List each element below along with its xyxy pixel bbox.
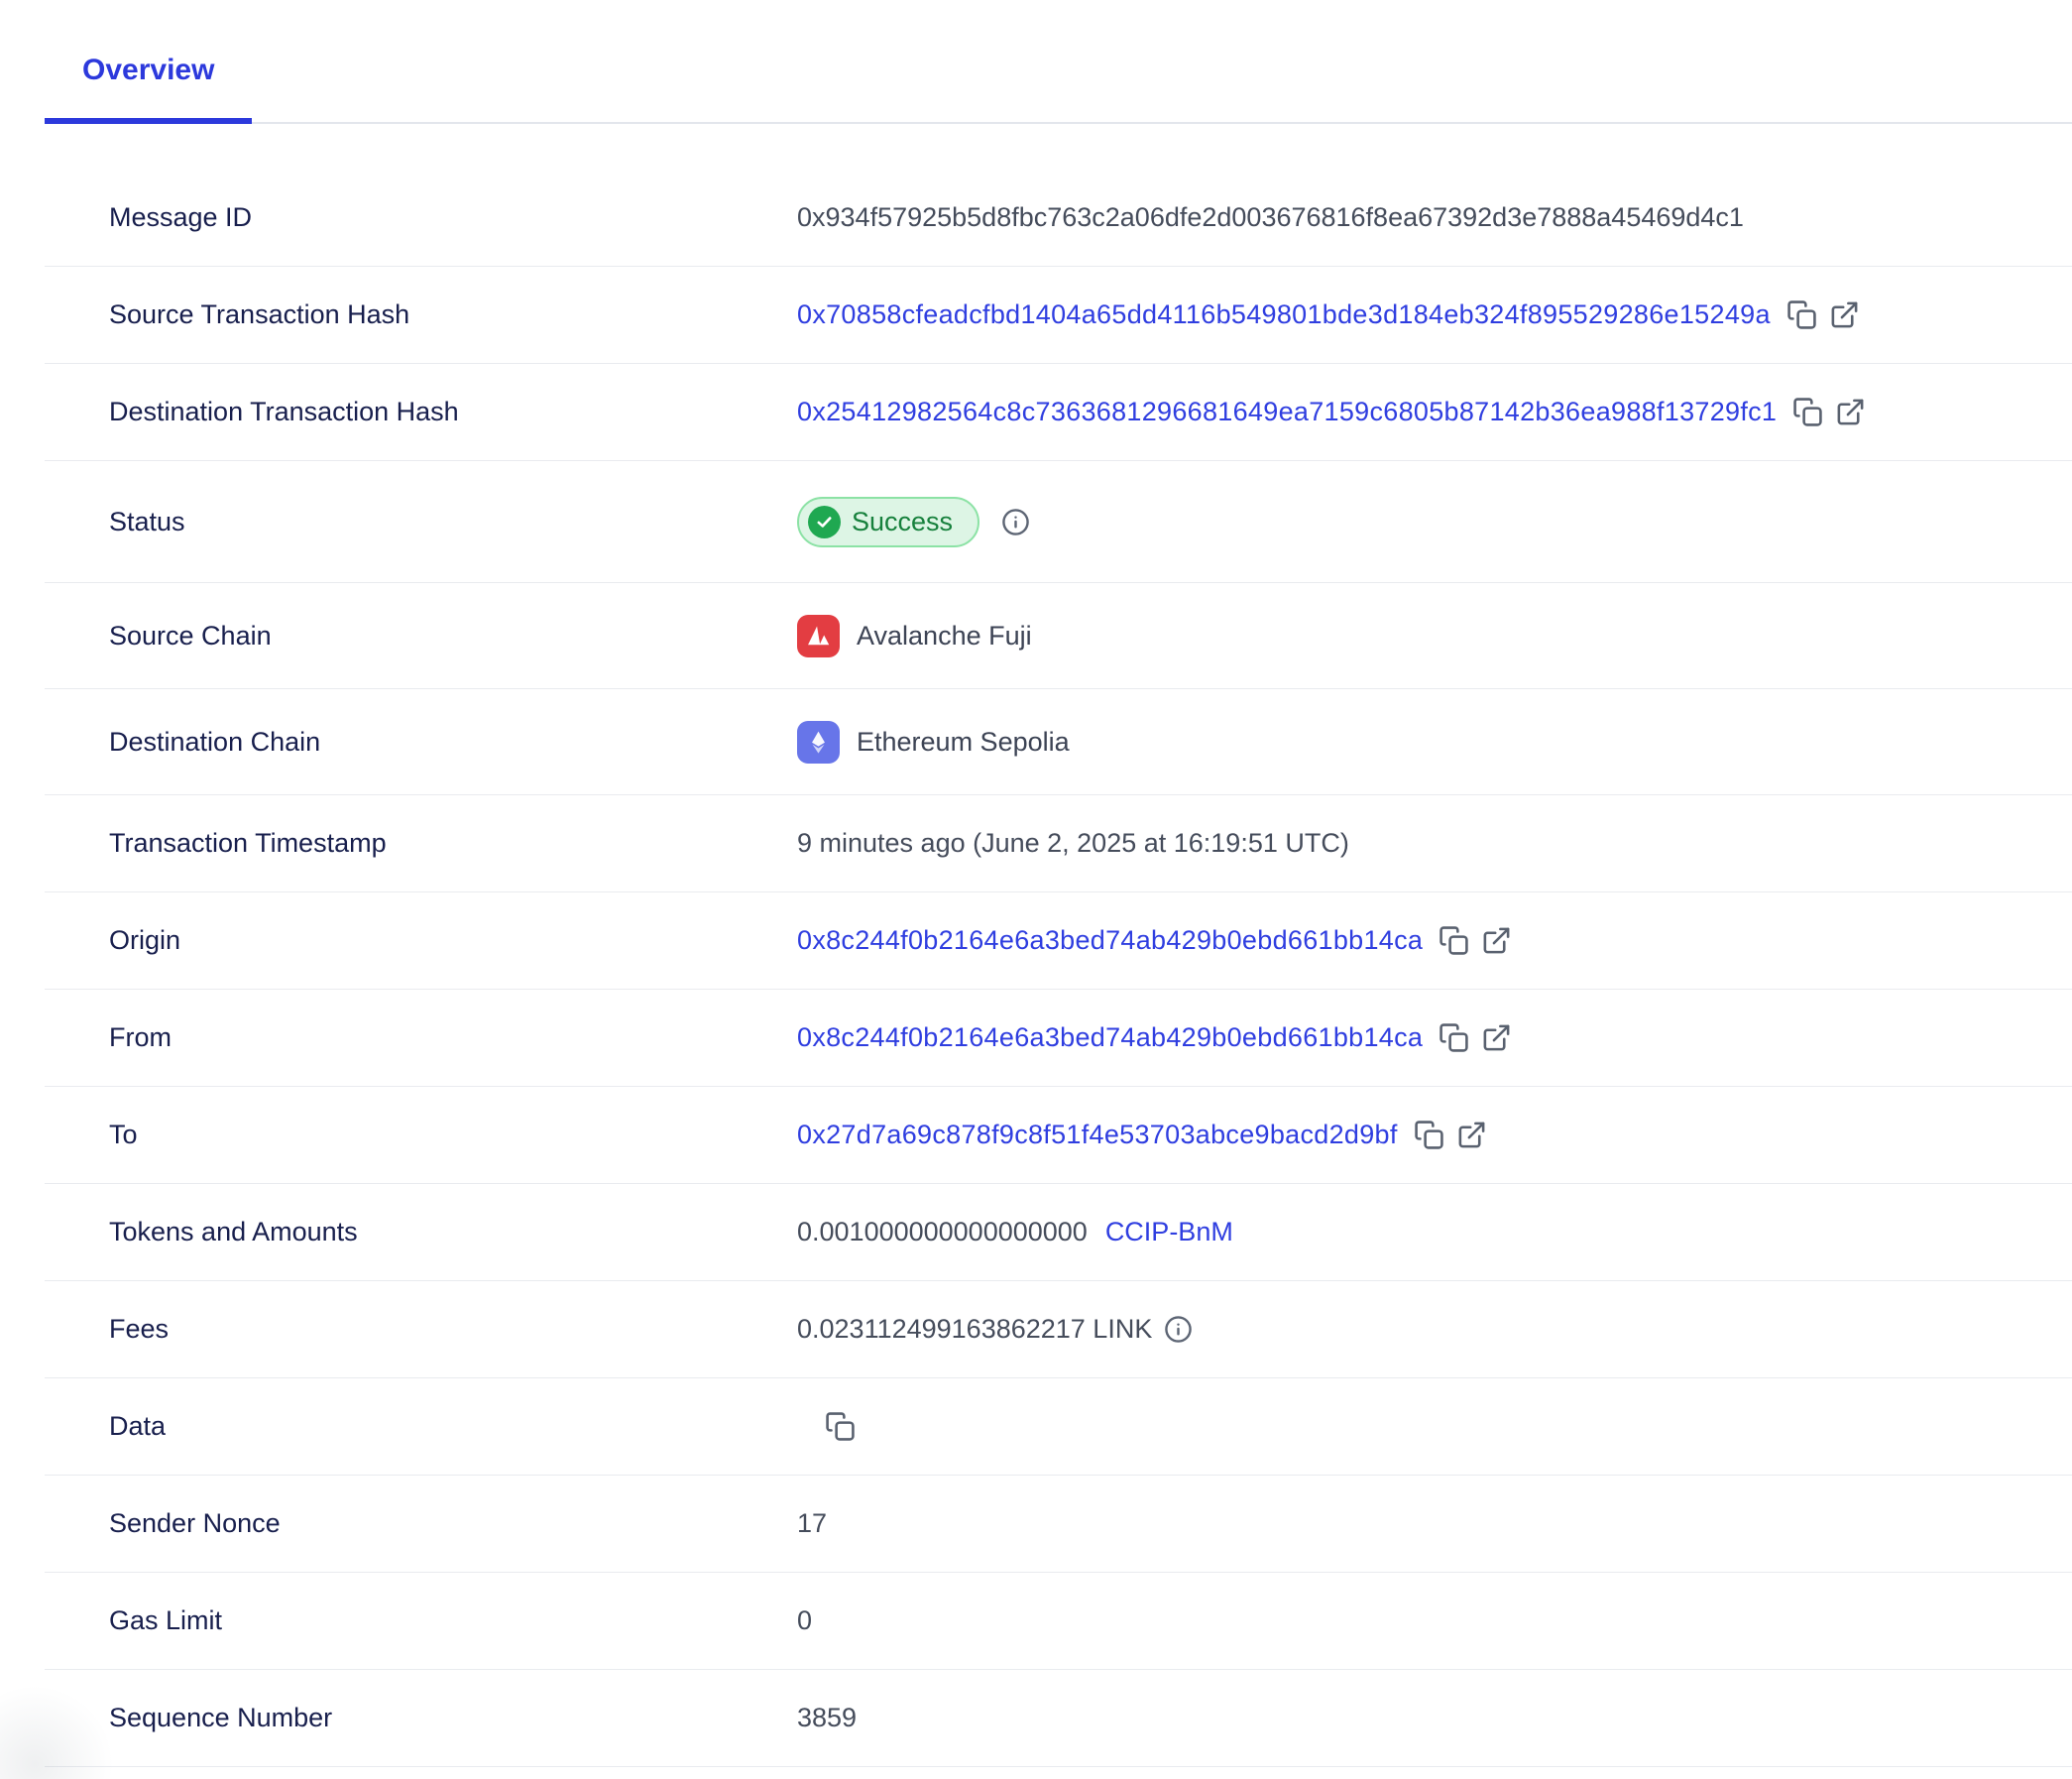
sender-nonce-value-cell: 17 xyxy=(797,1508,2072,1539)
row-gas-limit: Gas Limit 0 xyxy=(45,1573,2072,1670)
row-data: Data xyxy=(45,1378,2072,1476)
sequence-number-value-cell: 3859 xyxy=(797,1703,2072,1733)
message-id-value: 0x934f57925b5d8fbc763c2a06dfe2d003676816… xyxy=(797,202,1744,233)
origin-label: Origin xyxy=(45,925,797,956)
origin-value-cell: 0x8c244f0b2164e6a3bed74ab429b0ebd661bb14… xyxy=(797,925,2072,956)
tab-active-underline xyxy=(45,118,252,124)
status-badge-text: Success xyxy=(852,507,953,537)
status-badge: Success xyxy=(797,497,979,547)
external-link-icon[interactable] xyxy=(1481,1022,1512,1053)
check-icon xyxy=(808,506,841,538)
token-symbol-link[interactable]: CCIP-BnM xyxy=(1105,1217,1233,1247)
to-address-link[interactable]: 0x27d7a69c878f9c8f51f4e53703abce9bacd2d9… xyxy=(797,1120,1398,1150)
avalanche-icon xyxy=(797,615,840,657)
timestamp-value-cell: 9 minutes ago (June 2, 2025 at 16:19:51 … xyxy=(797,828,2072,859)
row-sender-nonce: Sender Nonce 17 xyxy=(45,1476,2072,1573)
copy-icon[interactable] xyxy=(825,1411,856,1442)
from-address-link[interactable]: 0x8c244f0b2164e6a3bed74ab429b0ebd661bb14… xyxy=(797,1022,1423,1053)
row-message-id: Message ID 0x934f57925b5d8fbc763c2a06dfe… xyxy=(45,170,2072,267)
row-destination-chain: Destination Chain Ethereum Sepolia xyxy=(45,689,2072,795)
token-amount: 0.001000000000000000 xyxy=(797,1217,1088,1247)
row-from: From 0x8c244f0b2164e6a3bed74ab429b0ebd66… xyxy=(45,990,2072,1087)
source-tx-hash-link[interactable]: 0x70858cfeadcfbd1404a65dd4116b549801bde3… xyxy=(797,299,1771,330)
dest-chain-value-cell: Ethereum Sepolia xyxy=(797,721,2072,764)
row-to: To 0x27d7a69c878f9c8f51f4e53703abce9bacd… xyxy=(45,1087,2072,1184)
timestamp-value: 9 minutes ago (June 2, 2025 at 16:19:51 … xyxy=(797,828,1349,859)
dest-tx-value-cell: 0x25412982564c8c7363681296681649ea7159c6… xyxy=(797,397,2072,427)
ethereum-icon xyxy=(797,721,840,764)
source-tx-label: Source Transaction Hash xyxy=(45,299,797,330)
info-icon[interactable] xyxy=(1001,508,1030,536)
fees-amount: 0.023112499163862217 LINK xyxy=(797,1314,1152,1345)
row-source-chain: Source Chain Avalanche Fuji xyxy=(45,583,2072,689)
tokens-label: Tokens and Amounts xyxy=(45,1217,797,1247)
row-transaction-timestamp: Transaction Timestamp 9 minutes ago (Jun… xyxy=(45,795,2072,892)
origin-address-link[interactable]: 0x8c244f0b2164e6a3bed74ab429b0ebd661bb14… xyxy=(797,925,1423,956)
overview-detail-list: Message ID 0x934f57925b5d8fbc763c2a06dfe… xyxy=(45,124,2072,1767)
gas-limit-value: 0 xyxy=(797,1605,812,1636)
sequence-number-value: 3859 xyxy=(797,1703,857,1733)
row-tokens-and-amounts: Tokens and Amounts 0.001000000000000000 … xyxy=(45,1184,2072,1281)
status-value-cell: Success xyxy=(797,497,2072,547)
row-sequence-number: Sequence Number 3859 xyxy=(45,1670,2072,1767)
source-tx-value-cell: 0x70858cfeadcfbd1404a65dd4116b549801bde3… xyxy=(797,299,2072,330)
tokens-value-cell: 0.001000000000000000 CCIP-BnM xyxy=(797,1217,2072,1247)
copy-icon[interactable] xyxy=(1439,925,1469,956)
from-value-cell: 0x8c244f0b2164e6a3bed74ab429b0ebd661bb14… xyxy=(797,1022,2072,1053)
from-label: From xyxy=(45,1022,797,1053)
row-source-transaction-hash: Source Transaction Hash 0x70858cfeadcfbd… xyxy=(45,267,2072,364)
info-icon[interactable] xyxy=(1164,1315,1193,1344)
fees-label: Fees xyxy=(45,1314,797,1345)
to-label: To xyxy=(45,1120,797,1150)
copy-icon[interactable] xyxy=(1792,397,1823,427)
sender-nonce-label: Sender Nonce xyxy=(45,1508,797,1539)
copy-icon[interactable] xyxy=(1439,1022,1469,1053)
gas-limit-label: Gas Limit xyxy=(45,1605,797,1636)
copy-icon[interactable] xyxy=(1414,1120,1444,1150)
data-value-cell xyxy=(797,1411,2072,1442)
fees-value-cell: 0.023112499163862217 LINK xyxy=(797,1314,2072,1345)
tab-overview[interactable]: Overview xyxy=(45,53,252,122)
dest-tx-hash-link[interactable]: 0x25412982564c8c7363681296681649ea7159c6… xyxy=(797,397,1777,427)
tab-bar: Overview xyxy=(45,53,2072,124)
message-id-label: Message ID xyxy=(45,202,797,233)
row-fees: Fees 0.023112499163862217 LINK xyxy=(45,1281,2072,1378)
source-chain-value-cell: Avalanche Fuji xyxy=(797,615,2072,657)
external-link-icon[interactable] xyxy=(1835,397,1866,427)
dest-tx-label: Destination Transaction Hash xyxy=(45,397,797,427)
external-link-icon[interactable] xyxy=(1481,925,1512,956)
source-chain-name: Avalanche Fuji xyxy=(857,621,1032,652)
external-link-icon[interactable] xyxy=(1456,1120,1487,1150)
sender-nonce-value: 17 xyxy=(797,1508,827,1539)
to-value-cell: 0x27d7a69c878f9c8f51f4e53703abce9bacd2d9… xyxy=(797,1120,2072,1150)
row-destination-transaction-hash: Destination Transaction Hash 0x254129825… xyxy=(45,364,2072,461)
copy-icon[interactable] xyxy=(1786,299,1817,330)
dest-chain-name: Ethereum Sepolia xyxy=(857,727,1070,758)
source-chain-label: Source Chain xyxy=(45,621,797,652)
data-label: Data xyxy=(45,1411,797,1442)
ccip-transaction-overview-page: Overview Message ID 0x934f57925b5d8fbc76… xyxy=(0,0,2072,1779)
dest-chain-label: Destination Chain xyxy=(45,727,797,758)
tab-overview-label: Overview xyxy=(82,54,214,86)
message-id-value-cell: 0x934f57925b5d8fbc763c2a06dfe2d003676816… xyxy=(797,202,2072,233)
sequence-number-label: Sequence Number xyxy=(45,1703,797,1733)
gas-limit-value-cell: 0 xyxy=(797,1605,2072,1636)
row-origin: Origin 0x8c244f0b2164e6a3bed74ab429b0ebd… xyxy=(45,892,2072,990)
timestamp-label: Transaction Timestamp xyxy=(45,828,797,859)
row-status: Status Success xyxy=(45,461,2072,583)
external-link-icon[interactable] xyxy=(1829,299,1860,330)
status-label: Status xyxy=(45,507,797,537)
